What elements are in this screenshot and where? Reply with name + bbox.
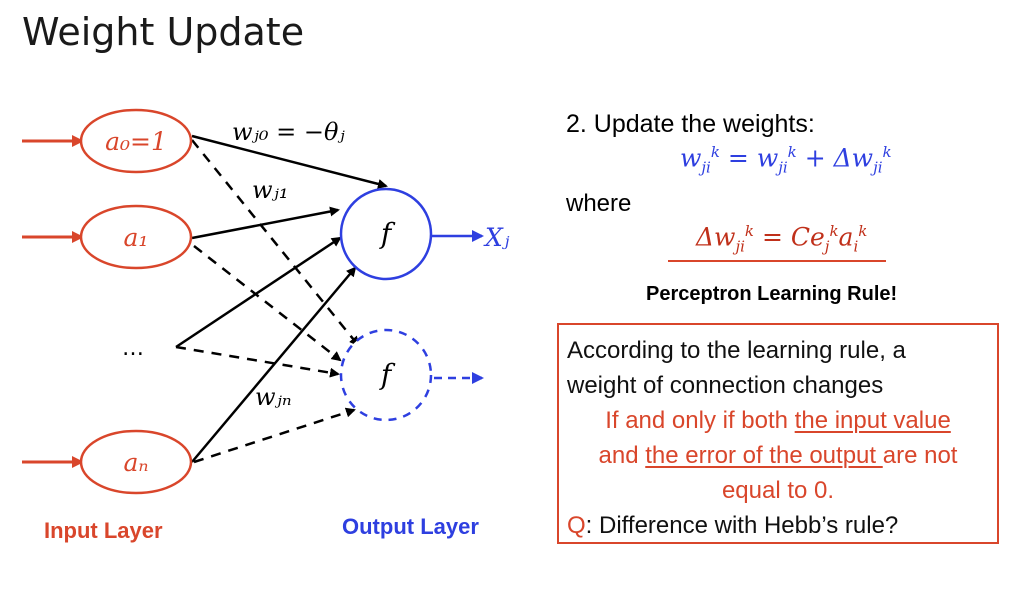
input-layer-label: Input Layer xyxy=(44,518,163,543)
weight-label-j0: wⱼ₀ = −θⱼ xyxy=(232,118,345,146)
weight-update-equation: wjik = wjik + Δwjik xyxy=(680,143,892,177)
input-ellipsis: … xyxy=(122,336,144,361)
rule-label: Perceptron Learning Rule! xyxy=(646,283,898,305)
delta-equation: Δwjik = Cejkaik xyxy=(696,222,868,256)
input-label-an: aₙ xyxy=(123,448,148,477)
input-label-a0: a₀=1 xyxy=(105,127,167,156)
input-label-a1: a₁ xyxy=(124,223,149,252)
step-text: 2. Update the weights: xyxy=(566,110,815,138)
edge-a1-top xyxy=(191,206,340,240)
equation-underline xyxy=(668,260,886,262)
edge-an-top xyxy=(191,266,357,463)
output-symbol: Xⱼ xyxy=(483,223,510,252)
edge-an-bottom xyxy=(193,407,356,464)
output-layer-label: Output Layer xyxy=(342,514,479,539)
where-text: where xyxy=(566,190,632,217)
edge-dots-bottom xyxy=(175,345,340,378)
box-line-4: and the error of the output are not xyxy=(598,442,958,469)
box-line-1: According to the learning rule, a xyxy=(567,337,906,364)
box-line-3: If and only if both the input value xyxy=(605,407,951,434)
box-line-5: equal to 0. xyxy=(721,477,835,504)
edge-dots-top xyxy=(175,236,342,349)
weight-label-j1: wⱼ₁ xyxy=(252,176,289,204)
explanation-box: According to the learning rule, a weight… xyxy=(557,323,999,544)
box-line-2: weight of connection changes xyxy=(567,372,884,399)
edge-a1-bottom xyxy=(193,245,342,362)
weight-label-jn: wⱼₙ xyxy=(255,383,292,411)
box-question: Q: Difference with Hebb’s rule? xyxy=(567,512,899,539)
